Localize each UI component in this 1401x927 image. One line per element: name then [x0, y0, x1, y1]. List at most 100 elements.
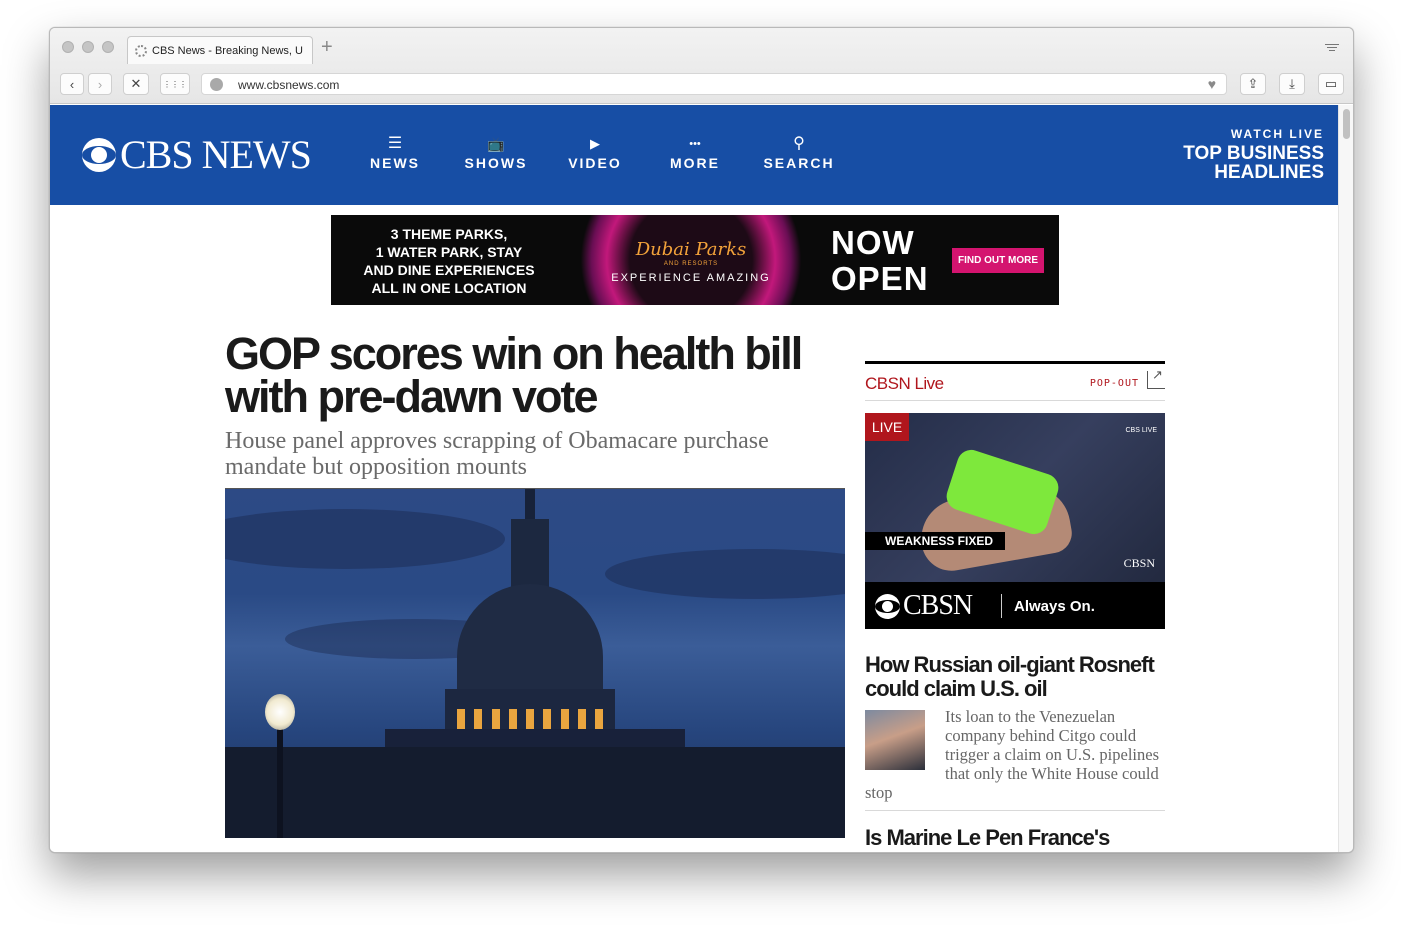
ad-tagline: EXPERIENCE AMAZING	[611, 272, 771, 284]
street-lamp	[265, 694, 295, 730]
story-title[interactable]: Is Marine Le Pen France's Trump?	[865, 826, 1165, 853]
cbsn-tagline: Always On.	[1014, 598, 1095, 615]
browser-window: CBS News - Breaking News, U + ‹ › ✕ ⋮⋮⋮ …	[49, 27, 1354, 853]
cbsn-brand-name: CBSN	[903, 590, 973, 621]
story-thumbnail[interactable]	[865, 710, 925, 770]
cbs-eye-icon	[82, 138, 116, 172]
nav-video-label: VIDEO	[568, 155, 622, 171]
cbsn-brand-bar: CBSN Always On.	[865, 582, 1165, 629]
address-bar[interactable]: www.cbsnews.com ♥	[201, 73, 1227, 95]
new-tab-button[interactable]: +	[321, 37, 333, 57]
ad-open-line-1: NOW	[831, 224, 915, 261]
ad-now-open: NOW OPEN	[831, 225, 929, 297]
page-scrollbar[interactable]	[1338, 105, 1353, 852]
logo-text: CBS NEWS	[120, 132, 312, 177]
heart-icon[interactable]: ♥	[1208, 76, 1216, 92]
list-icon: ☰	[387, 135, 403, 152]
lamp-post	[277, 721, 283, 838]
watch-live-headline-1: TOP BUSINESS	[1183, 143, 1324, 164]
popout-label[interactable]: POP-OUT	[1090, 378, 1139, 389]
play-icon: ▶	[590, 136, 600, 151]
globe-icon	[210, 78, 223, 91]
corner-bug: CBS LIVE	[1125, 427, 1157, 434]
ad-copy-line-3: AND DINE EXPERIENCES	[363, 262, 535, 278]
web-page: CBS NEWS ☰ NEWS 📺 SHOWS ▶ VIDEO ••• MORE…	[50, 105, 1339, 853]
ad-copy-line-2: 1 WATER PARK, STAY	[375, 244, 523, 260]
capitol-spire	[525, 489, 535, 521]
scrollbar-thumb[interactable]	[1343, 109, 1350, 139]
battery-icon: ▭	[1324, 76, 1338, 91]
ad-copy: 3 THEME PARKS, 1 WATER PARK, STAY AND DI…	[359, 225, 539, 297]
lead-deck: House panel approves scrapping of Obamac…	[225, 428, 769, 480]
stop-icon: ✕	[130, 76, 142, 91]
capitol-base	[225, 747, 845, 838]
battery-saver-button[interactable]: ▭	[1318, 73, 1344, 95]
minimize-window-button[interactable]	[82, 41, 94, 53]
cbsn-video-player[interactable]: LIVE CBS LIVE WEAKNESS FIXED CBSN CBSN A…	[865, 413, 1165, 629]
story-title[interactable]: How Russian oil-giant Rosneft could clai…	[865, 653, 1165, 701]
video-frame: LIVE CBS LIVE WEAKNESS FIXED CBSN	[865, 413, 1165, 582]
forward-button[interactable]: ›	[88, 73, 112, 95]
url-text[interactable]: www.cbsnews.com	[238, 78, 339, 92]
cbs-news-logo[interactable]: CBS NEWS	[82, 132, 312, 177]
stop-button[interactable]: ✕	[123, 73, 149, 95]
lower-third-caption: WEAKNESS FIXED	[865, 532, 1005, 550]
watch-live-kicker: WATCH LIVE	[1230, 127, 1324, 141]
browser-toolbar: CBS News - Breaking News, U + ‹ › ✕ ⋮⋮⋮ …	[50, 28, 1353, 104]
cbsn-bug: CBSN	[1123, 556, 1155, 570]
ad-copy-line-4: ALL IN ONE LOCATION	[371, 280, 527, 296]
nav-news[interactable]: ☰ NEWS	[368, 135, 422, 171]
cbs-eye-icon	[875, 594, 900, 619]
nav-video[interactable]: ▶ VIDEO	[566, 135, 624, 171]
lead-headline[interactable]: GOP scores win on health bill with pre-d…	[225, 331, 845, 419]
popout-icon[interactable]	[1147, 367, 1165, 389]
story-le-pen: Is Marine Le Pen France's Trump?	[865, 826, 1165, 853]
tab-title: CBS News - Breaking News, U	[152, 45, 303, 57]
share-button[interactable]: ⇪	[1240, 73, 1266, 95]
nav-search[interactable]: ⚲ SEARCH	[763, 135, 835, 171]
ad-brand-sub: AND RESORTS	[663, 261, 719, 267]
watch-live-link[interactable]: WATCH LIVE TOP BUSINESS HEADLINES	[1183, 127, 1324, 182]
nav-more[interactable]: ••• MORE	[668, 135, 722, 171]
ad-open-line-2: OPEN	[831, 260, 929, 297]
share-icon: ⇪	[1247, 76, 1259, 91]
ad-copy-line-1: 3 THEME PARKS,	[390, 226, 508, 242]
download-icon: ⤓	[1289, 76, 1295, 91]
story-divider	[865, 810, 1165, 811]
cloud-shape	[605, 549, 845, 599]
grid-icon: ⋮⋮⋮	[163, 79, 187, 89]
nav-more-label: MORE	[670, 155, 720, 171]
more-icon: •••	[689, 138, 701, 150]
watch-live-headline-2: HEADLINES	[1214, 162, 1324, 183]
brand-divider	[1001, 594, 1002, 618]
zoom-window-button[interactable]	[102, 41, 114, 53]
masthead: CBS NEWS ☰ NEWS 📺 SHOWS ▶ VIDEO ••• MORE…	[50, 105, 1339, 205]
story-summary: Its loan to the Venezuelan company behin…	[865, 707, 1165, 802]
ad-find-out-more-button[interactable]: FIND OUT MORE	[952, 248, 1044, 273]
tab-cbs-news[interactable]: CBS News - Breaking News, U	[127, 36, 313, 64]
ad-glow-graphic	[571, 215, 811, 305]
speed-dial-button[interactable]: ⋮⋮⋮	[160, 73, 190, 95]
capitol-dome	[457, 584, 603, 694]
nav-shows[interactable]: 📺 SHOWS	[463, 135, 529, 171]
back-icon: ‹	[69, 76, 75, 92]
tv-icon: 📺	[487, 136, 505, 152]
banner-ad[interactable]: 3 THEME PARKS, 1 WATER PARK, STAY AND DI…	[331, 215, 1059, 305]
back-button[interactable]: ‹	[60, 73, 84, 95]
lead-image-capitol[interactable]	[225, 488, 845, 838]
loading-spinner-icon	[135, 45, 147, 57]
forward-icon: ›	[97, 76, 103, 92]
cbsn-live-title[interactable]: CBSN Live	[865, 374, 944, 394]
nav-shows-label: SHOWS	[464, 155, 528, 171]
live-badge: LIVE	[865, 413, 909, 441]
cbsn-live-header: CBSN Live POP-OUT	[865, 361, 1165, 401]
story-rosneft: How Russian oil-giant Rosneft could clai…	[865, 653, 1165, 802]
capitol-cupola	[511, 519, 549, 589]
cloud-shape	[225, 509, 505, 569]
downloads-button[interactable]: ⤓	[1279, 73, 1305, 95]
ad-brand-logo: Dubai Parks	[635, 239, 747, 260]
close-window-button[interactable]	[62, 41, 74, 53]
search-icon: ⚲	[793, 135, 805, 152]
nav-search-label: SEARCH	[763, 155, 835, 171]
tab-overview-icon[interactable]	[1325, 42, 1339, 54]
